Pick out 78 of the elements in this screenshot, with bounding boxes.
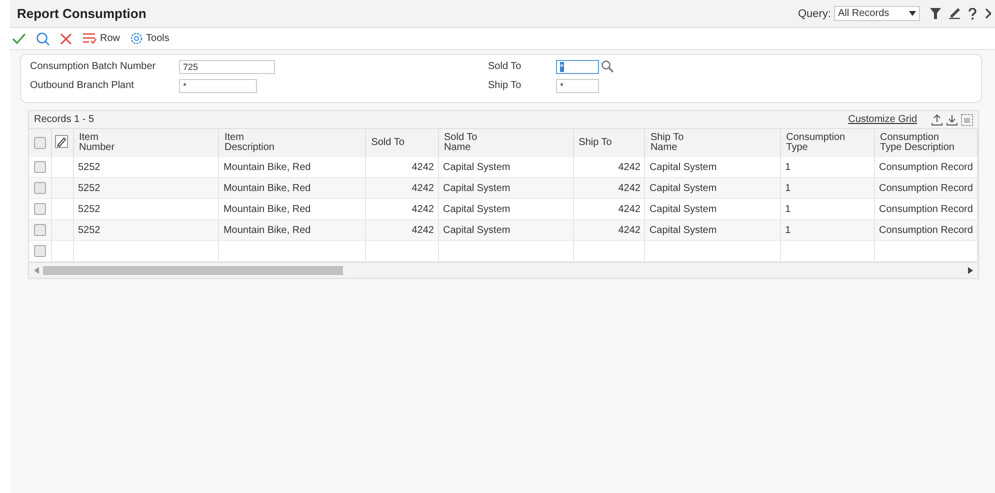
table-cell: 5252: [78, 224, 100, 236]
table-cell: Capital System: [442, 182, 510, 194]
gear-icon: [130, 32, 144, 45]
table-cell: Consumption Record: [879, 224, 973, 236]
column-header[interactable]: Ship To: [573, 129, 645, 157]
search-icon[interactable]: [601, 60, 614, 73]
column-header[interactable]: Item Description: [218, 129, 366, 157]
column-header[interactable]: Sold To: [366, 129, 438, 157]
table-cell: 4242: [412, 204, 434, 214]
column-header[interactable]: Ship To Name: [644, 129, 781, 157]
toolbar-icon-button[interactable]: [12, 32, 26, 44]
table-cell: 4242: [618, 224, 640, 236]
table-cell: Consumption Record: [879, 162, 973, 172]
table-cell: Mountain Bike, Red: [223, 182, 311, 194]
upload-icon[interactable]: [931, 114, 943, 126]
table-cell: 4242: [412, 182, 434, 194]
column-header[interactable]: Sold To Name: [438, 129, 574, 157]
filter-icon[interactable]: [930, 8, 941, 19]
table-cell: Capital System: [649, 182, 717, 194]
column-header[interactable]: Consumption Type: [780, 129, 875, 157]
window-title: Report Consumption: [17, 6, 148, 21]
select-all-checkbox[interactable]: [34, 137, 46, 149]
table-cell: 1: [785, 224, 791, 236]
table-cell: Capital System: [649, 224, 717, 236]
row-checkbox[interactable]: [34, 224, 46, 236]
records-count: Records 1 - 5: [34, 114, 96, 125]
table-cell: Capital System: [442, 224, 510, 236]
row-checkbox[interactable]: [34, 161, 46, 173]
scroll-left-icon[interactable]: [34, 267, 39, 274]
table-cell: 1: [785, 204, 791, 214]
table-cell: 4242: [618, 182, 640, 194]
row-checkbox[interactable]: [34, 245, 46, 257]
table-cell: Capital System: [442, 204, 510, 214]
customize-grid-link[interactable]: Customize Grid: [848, 114, 917, 125]
field-label: Sold To: [488, 61, 522, 72]
scrollbar-thumb[interactable]: [43, 266, 343, 275]
input-field[interactable]: *: [556, 78, 599, 92]
table-cell: 5252: [78, 204, 100, 214]
row-checkbox[interactable]: [34, 182, 46, 194]
query-dropdown[interactable]: All Records: [834, 6, 920, 21]
table-cell: Capital System: [649, 204, 717, 214]
list-check-icon: [82, 32, 97, 45]
edit-icon[interactable]: [55, 135, 68, 148]
help-icon[interactable]: [968, 8, 977, 20]
caret-icon: [909, 11, 916, 16]
table-cell: 1: [785, 182, 791, 194]
scroll-right-icon[interactable]: [968, 267, 973, 274]
field-label: Ship To: [488, 80, 522, 91]
column-header[interactable]: Item Number: [73, 129, 219, 157]
table-cell: Mountain Bike, Red: [223, 162, 311, 172]
table-cell: Capital System: [442, 162, 510, 172]
table-cell: 4242: [412, 224, 434, 236]
toolbar-button[interactable]: Row: [82, 32, 120, 45]
download-icon[interactable]: [946, 114, 958, 126]
table-cell: 4242: [618, 204, 640, 214]
toolbar-button[interactable]: Tools: [130, 32, 170, 45]
table-cell: Capital System: [649, 162, 717, 172]
input-field[interactable]: *: [556, 60, 599, 74]
field-label: Outbound Branch Plant: [30, 80, 135, 91]
table-cell: Mountain Bike, Red: [223, 224, 311, 236]
input-field[interactable]: *: [179, 78, 257, 92]
pencil-icon[interactable]: [949, 8, 960, 19]
table-cell: 5252: [78, 182, 100, 194]
table-cell: Consumption Record: [879, 182, 973, 194]
table-cell: Mountain Bike, Red: [223, 204, 311, 214]
query-label: Query:: [798, 8, 831, 20]
field-label: Consumption Batch Number: [30, 61, 157, 72]
input-field[interactable]: 725: [179, 60, 275, 74]
table-cell: 4242: [618, 162, 640, 172]
row-checkbox[interactable]: [34, 203, 46, 215]
table-cell: 1: [785, 162, 791, 172]
search-icon: [36, 32, 50, 46]
table-cell: 4242: [412, 162, 434, 172]
column-header[interactable]: Consumption Type Description: [874, 129, 978, 157]
toolbar-icon-button[interactable]: [36, 32, 50, 46]
check-icon: [12, 32, 26, 44]
table-cell: 5252: [78, 162, 100, 172]
table-cell: Consumption Record: [879, 204, 973, 214]
